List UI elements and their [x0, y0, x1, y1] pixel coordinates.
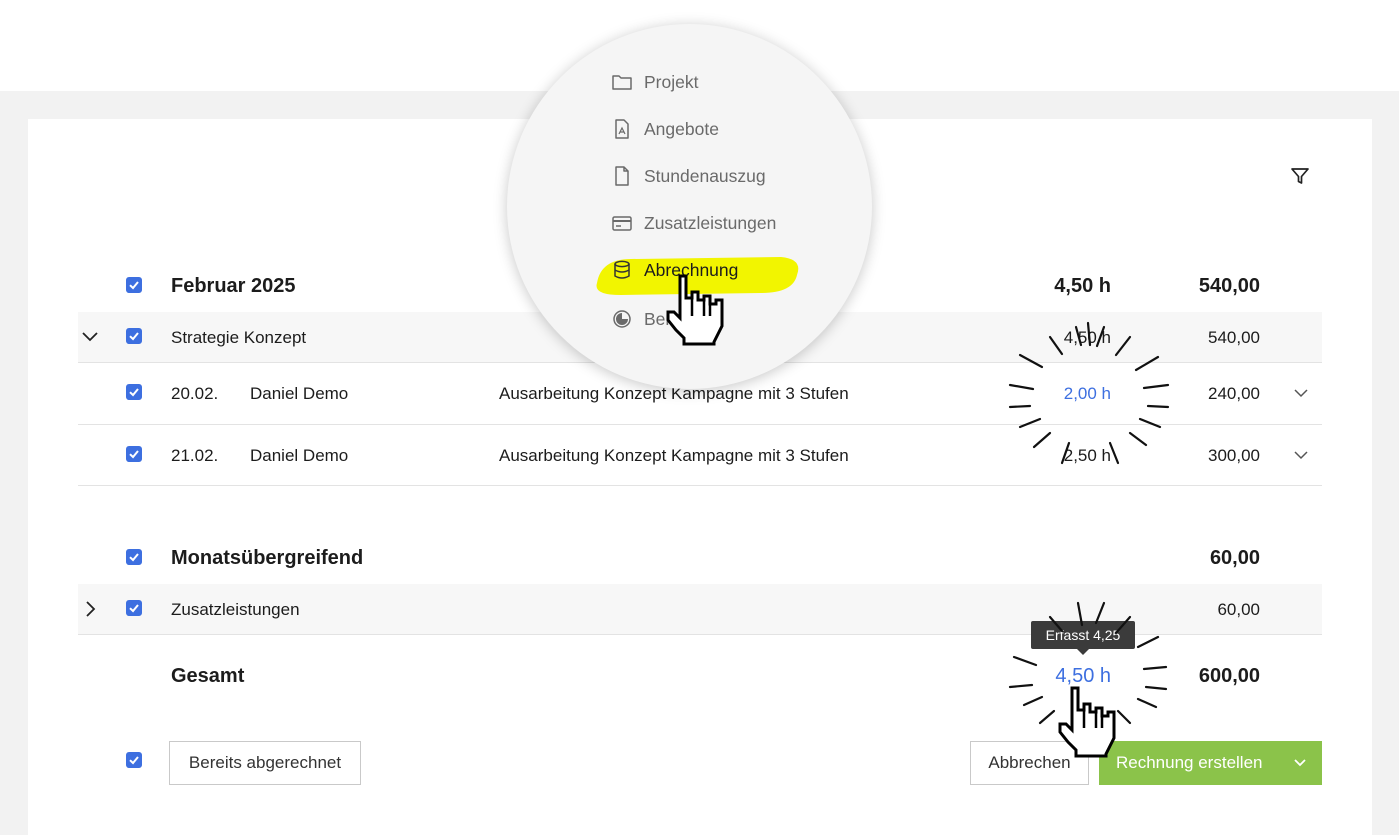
checkbox-february[interactable]	[126, 277, 142, 293]
entry-person: Daniel Demo	[250, 446, 349, 465]
group-title-february: Februar 2025	[171, 275, 296, 297]
entry-person: Daniel Demo	[250, 384, 349, 403]
already-billed-label: Bereits abgerechnet	[188, 753, 342, 772]
check-icon	[129, 756, 139, 765]
group-amount-february: 540,00	[1198, 275, 1260, 297]
chevron-right-icon[interactable]	[82, 599, 100, 619]
menu-item-projekt[interactable]: Projekt	[507, 66, 872, 96]
magnified-menu: Projekt Angebote Stundenauszug Zusatzlei…	[507, 24, 872, 389]
document-icon	[615, 166, 629, 186]
check-icon	[129, 332, 139, 341]
chevron-down-icon[interactable]	[1292, 756, 1308, 770]
menu-item-stundenauszug[interactable]: Stundenauszug	[507, 160, 872, 190]
menu-item-angebote[interactable]: Angebote	[507, 113, 872, 143]
menu-label: Stundenauszug	[644, 166, 766, 186]
group-hours-february: 4,50 h	[1054, 275, 1111, 297]
checkbox-project[interactable]	[126, 328, 142, 344]
check-icon	[129, 604, 139, 613]
menu-item-zusatzleistungen[interactable]: Zusatzleistungen	[507, 207, 872, 237]
folder-icon	[612, 75, 632, 90]
check-icon	[129, 388, 139, 397]
total-label: Gesamt	[171, 665, 245, 687]
check-icon	[129, 281, 139, 290]
hand-cursor-icon	[666, 274, 724, 346]
click-highlight-burst	[1008, 321, 1170, 465]
create-invoice-button[interactable]: Rechnung erstellen	[1099, 741, 1322, 785]
project-name: Strategie Konzept	[171, 328, 307, 347]
checkbox-entry-1[interactable]	[126, 384, 142, 400]
report-icon	[613, 310, 631, 328]
menu-label: Angebote	[644, 119, 719, 139]
chevron-down-icon[interactable]	[1292, 448, 1310, 462]
entry-date: 20.02.	[171, 384, 219, 403]
filter-icon[interactable]	[1289, 165, 1311, 187]
hand-cursor-icon	[1058, 686, 1116, 758]
create-invoice-label: Rechnung erstellen	[1116, 753, 1263, 772]
menu-label: Projekt	[644, 72, 699, 92]
group-title-cross-month: Monatsübergreifend	[171, 547, 364, 569]
checkbox-already-billed[interactable]	[126, 752, 142, 768]
entry-date: 21.02.	[171, 446, 219, 465]
entry-description: Ausarbeitung Konzept Kampagne mit 3 Stuf…	[499, 446, 849, 465]
menu-label: Zusatzleistungen	[644, 213, 777, 233]
check-icon	[129, 450, 139, 459]
credit-card-icon	[612, 216, 632, 231]
extras-name: Zusatzleistungen	[171, 600, 300, 619]
chevron-down-icon[interactable]	[80, 328, 100, 346]
checkbox-entry-2[interactable]	[126, 446, 142, 462]
group-amount-cross-month: 60,00	[1209, 547, 1260, 569]
offer-document-icon	[615, 119, 629, 139]
divider	[78, 485, 1322, 486]
checkbox-extras[interactable]	[126, 600, 142, 616]
already-billed-button[interactable]: Bereits abgerechnet	[169, 741, 361, 785]
database-icon	[614, 260, 630, 279]
chevron-down-icon[interactable]	[1292, 386, 1310, 400]
checkbox-cross-month[interactable]	[126, 549, 142, 565]
check-icon	[129, 553, 139, 562]
